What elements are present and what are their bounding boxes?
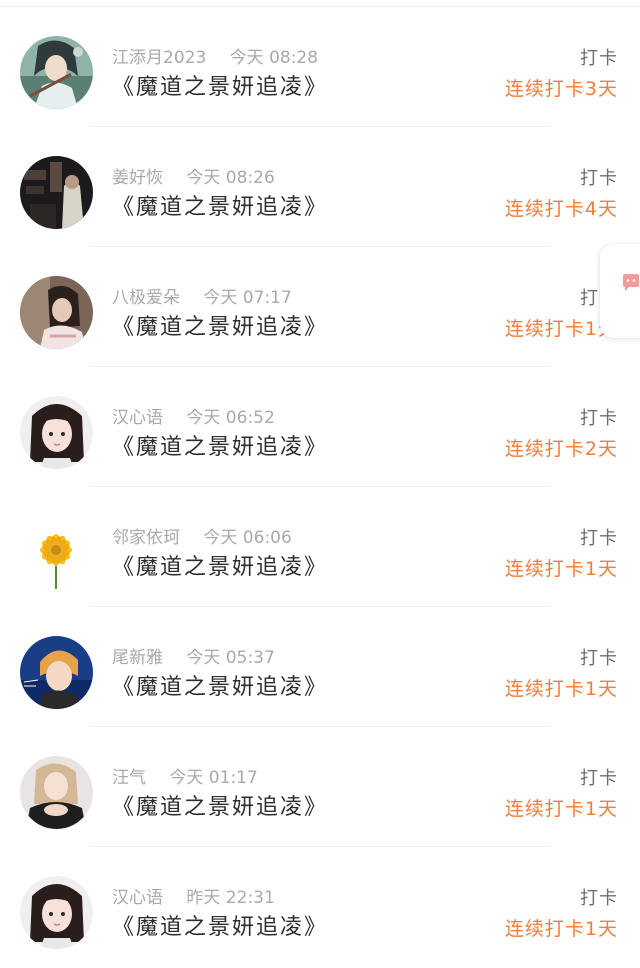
- streak-label: 连续打卡2天: [504, 438, 618, 460]
- user-name[interactable]: 汪气: [112, 768, 146, 788]
- checkin-time: 今天 06:06: [203, 528, 292, 548]
- checkin-time: 今天 06:52: [186, 408, 275, 428]
- row-meta: 八极爱朵 今天 07:17: [112, 287, 292, 309]
- checkin-time: 今天 07:17: [203, 288, 292, 308]
- checkin-row[interactable]: 姜好恢 今天 08:26 《魔道之景妍追凌》 打卡 连续打卡4天: [0, 127, 640, 247]
- blond-boy-avatar[interactable]: [20, 636, 93, 709]
- checkin-row[interactable]: 尾新雅 今天 05:37 《魔道之景妍追凌》 打卡 连续打卡1天: [0, 607, 640, 727]
- row-meta: 江添月2023 今天 08:28: [112, 47, 318, 69]
- user-name[interactable]: 江添月2023: [112, 48, 206, 68]
- floating-chat-tab[interactable]: [600, 244, 640, 338]
- streak-label: 连续打卡1天: [504, 558, 618, 580]
- checkin-time: 今天 08:26: [186, 168, 275, 188]
- checkin-label: 打卡: [580, 48, 618, 69]
- checkin-label: 打卡: [580, 528, 618, 549]
- woman-avatar[interactable]: [20, 756, 93, 829]
- book-title[interactable]: 《魔道之景妍追凌》: [112, 913, 328, 943]
- checkin-time: 昨天 22:31: [186, 888, 275, 908]
- row-meta: 尾新雅 今天 05:37: [112, 647, 275, 669]
- streak-label: 连续打卡1天: [504, 678, 618, 700]
- user-name[interactable]: 姜好恢: [112, 168, 163, 188]
- book-title[interactable]: 《魔道之景妍追凌》: [112, 433, 328, 463]
- row-meta: 汉心语 今天 06:52: [112, 407, 275, 429]
- book-title[interactable]: 《魔道之景妍追凌》: [112, 673, 328, 703]
- checkin-label: 打卡: [580, 648, 618, 669]
- row-meta: 邻家依珂 今天 06:06: [112, 527, 292, 549]
- checkin-time: 今天 05:37: [186, 648, 275, 668]
- checkin-row[interactable]: 八极爱朵 今天 07:17 《魔道之景妍追凌》 打卡 连续打卡1天: [0, 247, 640, 367]
- streak-label: 连续打卡1天: [504, 918, 618, 940]
- user-name[interactable]: 汉心语: [112, 888, 163, 908]
- book-title[interactable]: 《魔道之景妍追凌》: [112, 553, 328, 583]
- row-meta: 姜好恢 今天 08:26: [112, 167, 275, 189]
- dark-scene-avatar[interactable]: [20, 156, 93, 229]
- book-title[interactable]: 《魔道之景妍追凌》: [112, 193, 328, 223]
- checkin-label: 打卡: [580, 888, 618, 909]
- user-name[interactable]: 邻家依珂: [112, 528, 180, 548]
- checkin-label: 打卡: [580, 168, 618, 189]
- streak-label: 连续打卡3天: [504, 78, 618, 100]
- user-name[interactable]: 尾新雅: [112, 648, 163, 668]
- checkin-label: 打卡: [580, 768, 618, 789]
- checkin-time: 今天 01:17: [169, 768, 258, 788]
- row-meta: 汉心语 昨天 22:31: [112, 887, 275, 909]
- doll-avatar[interactable]: [20, 396, 93, 469]
- chat-bubble-icon: [623, 274, 639, 291]
- row-meta: 汪气 今天 01:17: [112, 767, 258, 789]
- checkin-row[interactable]: 汉心语 昨天 22:31 《魔道之景妍追凌》 打卡 连续打卡1天: [0, 847, 640, 967]
- checkin-row[interactable]: 江添月2023 今天 08:28 《魔道之景妍追凌》 打卡 连续打卡3天: [0, 7, 640, 127]
- sunflower-avatar[interactable]: [20, 516, 93, 589]
- checkin-row[interactable]: 汉心语 今天 06:52 《魔道之景妍追凌》 打卡 连续打卡2天: [0, 367, 640, 487]
- streak-label: 连续打卡4天: [504, 198, 618, 220]
- book-title[interactable]: 《魔道之景妍追凌》: [112, 73, 328, 103]
- checkin-row[interactable]: 邻家依珂 今天 06:06 《魔道之景妍追凌》 打卡 连续打卡1天: [0, 487, 640, 607]
- checkin-row[interactable]: 汪气 今天 01:17 《魔道之景妍追凌》 打卡 连续打卡1天: [0, 727, 640, 847]
- user-name[interactable]: 八极爱朵: [112, 288, 180, 308]
- book-title[interactable]: 《魔道之景妍追凌》: [112, 793, 328, 823]
- user-name[interactable]: 汉心语: [112, 408, 163, 428]
- anime-avatar[interactable]: [20, 36, 93, 109]
- streak-label: 连续打卡1天: [504, 798, 618, 820]
- checkin-time: 今天 08:28: [229, 48, 319, 68]
- book-title[interactable]: 《魔道之景妍追凌》: [112, 313, 328, 343]
- doll-avatar[interactable]: [20, 876, 93, 949]
- girl-avatar[interactable]: [20, 276, 93, 349]
- checkin-label: 打卡: [580, 408, 618, 429]
